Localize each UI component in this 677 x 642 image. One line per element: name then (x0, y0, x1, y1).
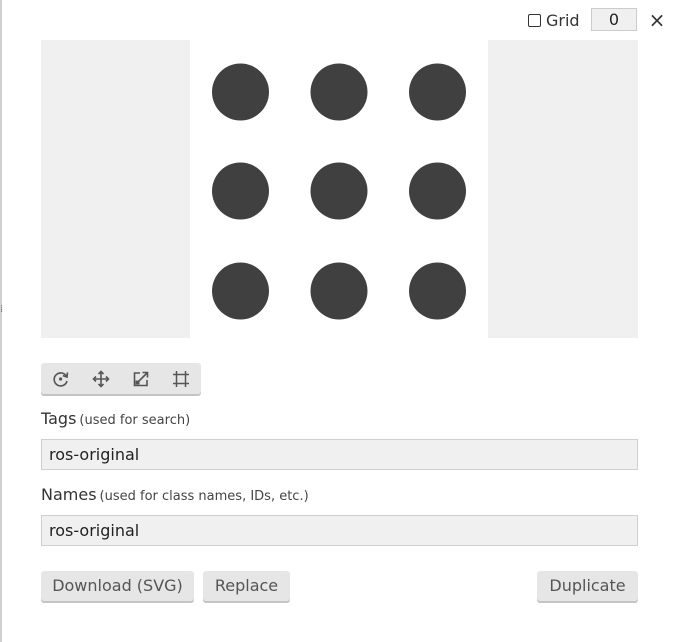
tags-input[interactable] (41, 439, 638, 470)
download-svg-button[interactable]: Download (SVG) (41, 571, 194, 601)
crop-button[interactable] (161, 363, 201, 394)
crop-icon (173, 370, 189, 387)
move-button[interactable] (81, 363, 121, 394)
grid-toggle[interactable]: Grid (528, 9, 580, 31)
names-label-text: Names (41, 485, 97, 504)
grid-checkbox[interactable] (528, 13, 541, 27)
dot (409, 63, 466, 121)
names-hint: (used for class names, IDs, etc.) (99, 489, 309, 504)
dot (409, 162, 466, 220)
transform-toolbar (41, 363, 201, 394)
dot (212, 63, 269, 121)
dot (310, 63, 368, 121)
grid-label: Grid (546, 10, 580, 30)
close-icon[interactable]: × (648, 10, 666, 30)
replace-button[interactable]: Replace (203, 571, 290, 601)
dot (212, 162, 269, 220)
dot (212, 262, 269, 320)
icon-preview (41, 40, 638, 338)
scale-icon (133, 371, 149, 386)
move-icon (92, 369, 110, 388)
duplicate-button[interactable]: Duplicate (537, 571, 638, 601)
scale-button[interactable] (121, 363, 161, 394)
resize-grip-icon: ⁞ (0, 304, 4, 315)
rotate-button[interactable] (41, 363, 81, 394)
grid-size-input[interactable] (591, 8, 637, 31)
tags-label-text: Tags (41, 409, 77, 428)
preview-canvas (41, 40, 638, 338)
dot (409, 262, 466, 320)
tags-hint: (used for search) (79, 413, 191, 428)
names-input[interactable] (41, 515, 638, 546)
rotate-icon (53, 371, 69, 387)
names-label: Names (used for class names, IDs, etc.) (41, 485, 309, 504)
tags-label: Tags (used for search) (41, 409, 190, 428)
ros-logo-dots (212, 63, 466, 320)
dot (310, 262, 368, 320)
dot (310, 162, 368, 220)
